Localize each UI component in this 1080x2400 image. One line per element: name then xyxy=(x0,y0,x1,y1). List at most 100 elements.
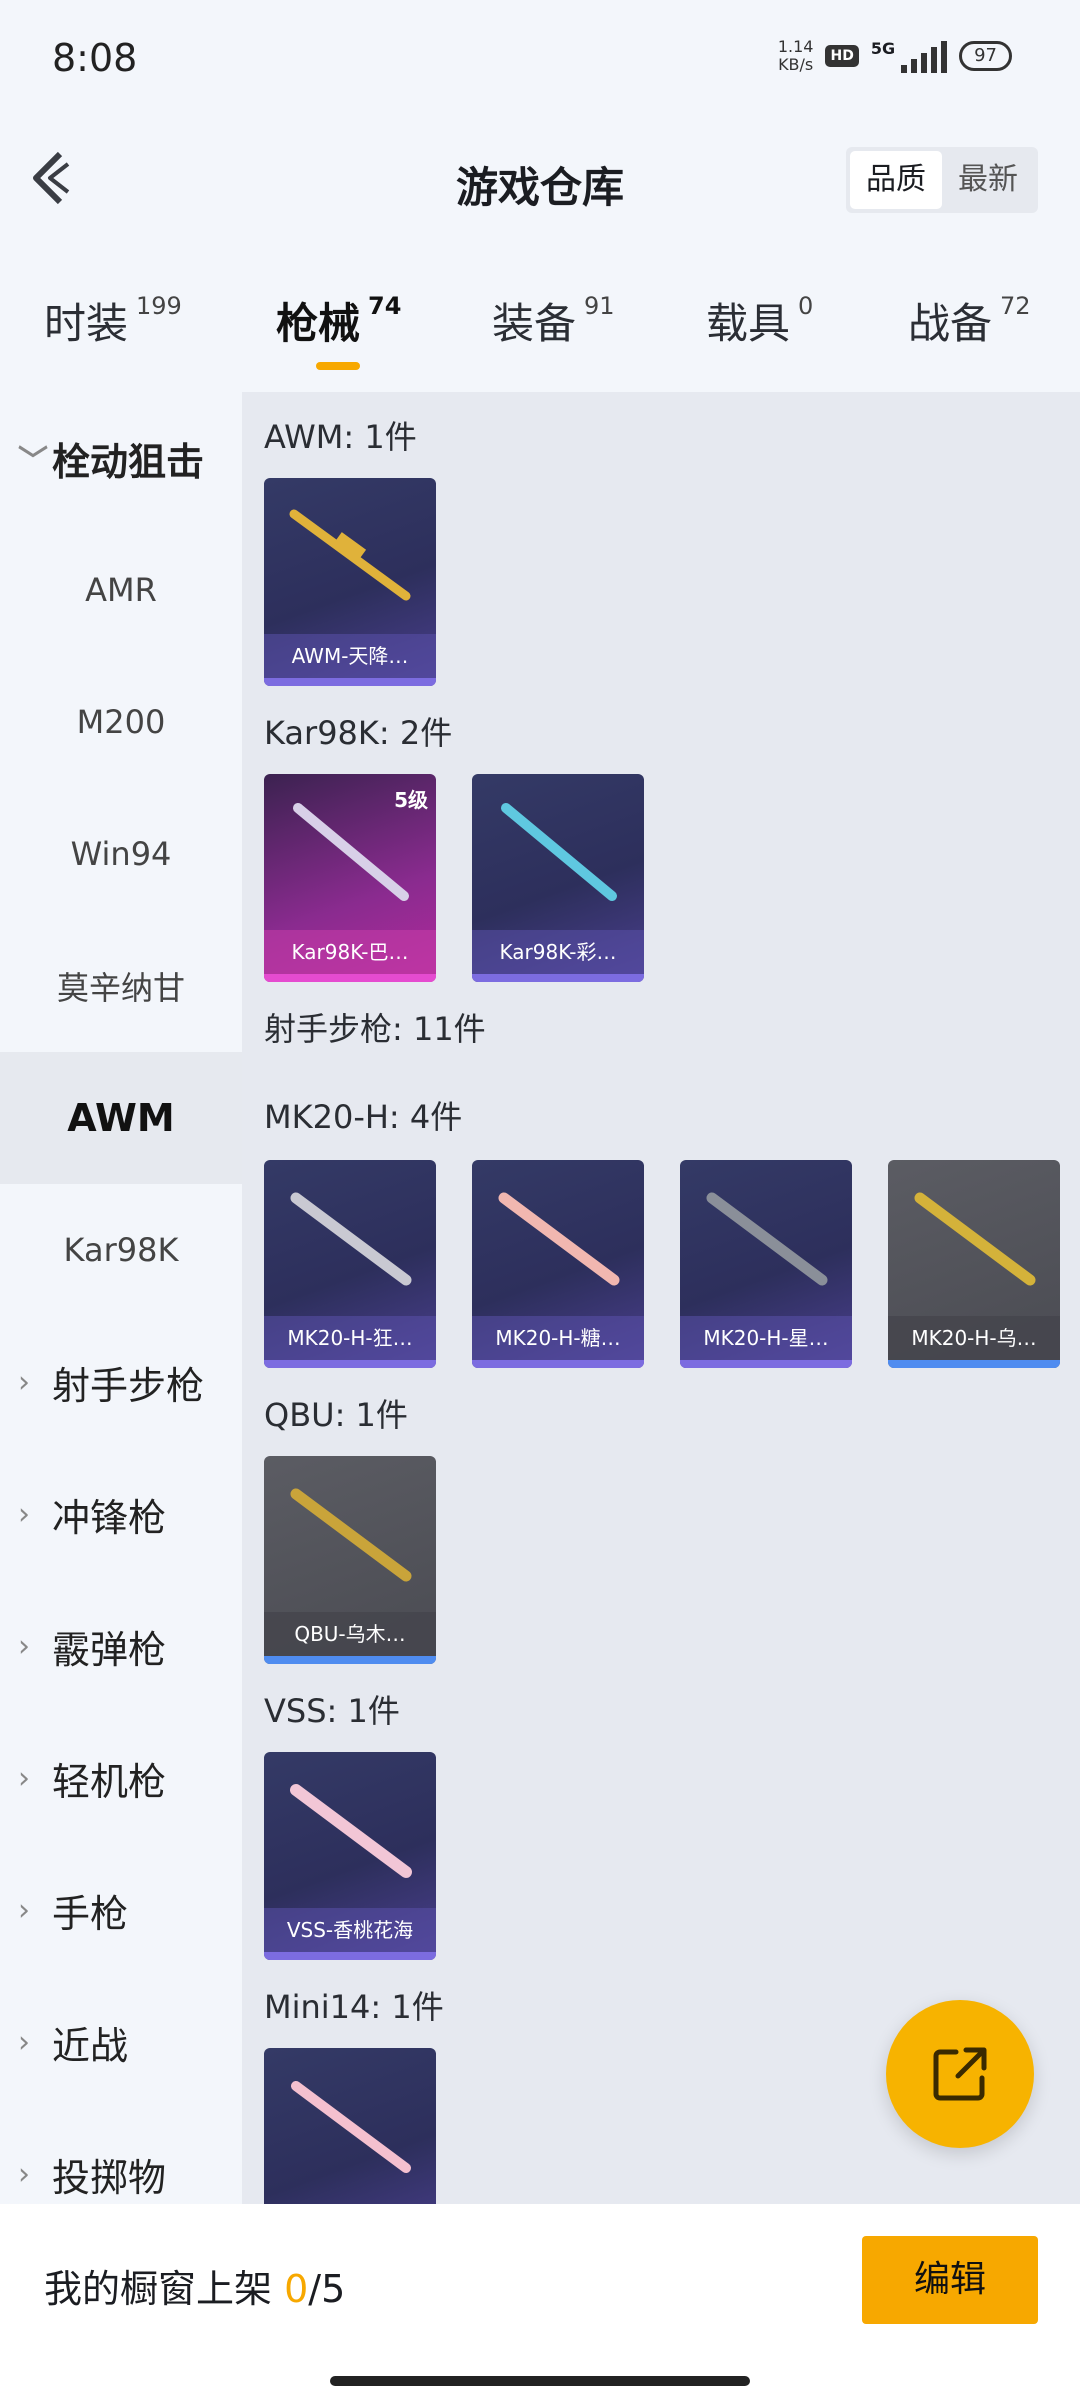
sidebar-item-throwables[interactable]: › 投掷物 xyxy=(0,2108,242,2204)
sidebar-item-mosin[interactable]: 莫辛纳甘 xyxy=(0,920,242,1052)
tab-vehicles[interactable]: 载具 0 xyxy=(706,290,813,351)
chevron-down-icon: ﹀ xyxy=(18,444,48,479)
chevron-right-icon: › xyxy=(18,1628,30,1664)
sidebar-item-label: 冲锋枪 xyxy=(52,1495,167,1540)
skin-card[interactable]: MK20-H-乌… xyxy=(888,1160,1060,1368)
chevron-right-icon: › xyxy=(18,1364,30,1400)
tab-count: 74 xyxy=(368,292,402,320)
skin-card[interactable]: MK20-H-狂… xyxy=(264,1160,436,1368)
app-header: 游戏仓库 品质 最新 xyxy=(0,130,1080,230)
sidebar-item-m200[interactable]: M200 xyxy=(0,656,242,788)
sidebar-item-marksman-rifle[interactable]: › 射手步枪 xyxy=(0,1316,242,1448)
rifle-icon xyxy=(498,1192,620,1286)
rifle-icon xyxy=(914,1192,1036,1286)
tab-label: 装备 xyxy=(492,299,577,348)
tab-count: 72 xyxy=(1000,292,1031,320)
sidebar-item-shotgun[interactable]: › 霰弹枪 xyxy=(0,1580,242,1712)
sidebar-item-melee[interactable]: › 近战 xyxy=(0,1976,242,2108)
tab-supplies[interactable]: 战备 72 xyxy=(908,290,1031,351)
sidebar-item-awm[interactable]: AWM xyxy=(0,1052,242,1184)
rifle-icon xyxy=(290,1488,412,1582)
sidebar-item-label: 投掷物 xyxy=(52,2155,167,2200)
tab-label: 枪械 xyxy=(276,299,361,348)
status-time: 8:08 xyxy=(52,36,138,80)
tab-firearms[interactable]: 枪械 74 xyxy=(276,290,401,351)
chevron-right-icon: › xyxy=(18,1760,30,1796)
sidebar-item-label: 栓动狙击 xyxy=(52,439,205,484)
share-external-icon xyxy=(933,2047,987,2101)
skin-level-badge: 5级 xyxy=(394,788,428,812)
net-speed: 1.14 KB/s xyxy=(778,38,814,74)
sidebar-item-amr[interactable]: AMR xyxy=(0,524,242,656)
net-speed-unit: KB/s xyxy=(778,55,814,74)
edit-button[interactable]: 编辑 xyxy=(862,2236,1038,2324)
skin-card[interactable]: 5级 Kar98K-巴… xyxy=(264,774,436,982)
rifle-icon xyxy=(706,1192,828,1286)
skin-card-name: MK20-H-星… xyxy=(680,1316,852,1360)
sidebar-item-label: 手枪 xyxy=(52,1891,129,1936)
skin-card[interactable] xyxy=(264,2048,436,2204)
section-title-awm: AWM: 1件 xyxy=(264,418,417,456)
sort-toggle: 品质 最新 xyxy=(846,147,1038,213)
sidebar-item-lmg[interactable]: › 轻机枪 xyxy=(0,1712,242,1844)
sidebar-item-smg[interactable]: › 冲锋枪 xyxy=(0,1448,242,1580)
battery-icon: 97 xyxy=(959,41,1012,71)
sidebar-item-label: 霰弹枪 xyxy=(52,1627,167,1672)
sidebar-item-kar98k[interactable]: Kar98K xyxy=(0,1184,242,1316)
tab-label: 战备 xyxy=(908,299,993,348)
rarity-bar xyxy=(264,678,436,686)
tab-label: 时装 xyxy=(44,299,129,348)
rifle-icon xyxy=(290,1192,412,1286)
home-indicator[interactable] xyxy=(330,2376,750,2386)
tab-outfits[interactable]: 时装 199 xyxy=(44,290,182,351)
sidebar-item-label: 近战 xyxy=(52,2023,129,2068)
rifle-icon xyxy=(501,803,617,901)
skin-card-name: QBU-乌木… xyxy=(264,1612,436,1656)
rifle-icon xyxy=(291,2081,411,2173)
sidebar-item-label: 轻机枪 xyxy=(52,1759,167,1804)
section-title-marksman: 射手步枪: 11件 xyxy=(264,1010,486,1048)
skin-card-name: MK20-H-乌… xyxy=(888,1316,1060,1360)
rifle-icon xyxy=(290,1784,412,1878)
skin-card[interactable]: MK20-H-糖… xyxy=(472,1160,644,1368)
share-button[interactable] xyxy=(886,2000,1034,2148)
section-title-vss: VSS: 1件 xyxy=(264,1692,400,1730)
network-type: 5G xyxy=(870,39,896,58)
skin-card[interactable]: VSS-香桃花海 xyxy=(264,1752,436,1960)
section-title-kar98k: Kar98K: 2件 xyxy=(264,714,453,752)
chevron-right-icon: › xyxy=(18,1496,30,1532)
skin-card-name: MK20-H-糖… xyxy=(472,1316,644,1360)
tab-count: 0 xyxy=(798,292,814,320)
hd-badge: HD xyxy=(825,45,859,67)
sidebar-item-win94[interactable]: Win94 xyxy=(0,788,242,920)
skin-card[interactable]: AWM-天降… xyxy=(264,478,436,686)
signal-icon: 5G xyxy=(870,39,948,73)
section-title-qbu: QBU: 1件 xyxy=(264,1396,408,1434)
active-tab-indicator xyxy=(316,362,360,370)
weapon-category-sidebar: ﹀ 栓动狙击 AMR M200 Win94 莫辛纳甘 AWM Kar98K › … xyxy=(0,392,242,2204)
skin-card-name: AWM-天降… xyxy=(264,634,436,678)
chevron-right-icon: › xyxy=(18,2156,30,2192)
sort-quality-button[interactable]: 品质 xyxy=(850,151,942,209)
skin-card[interactable]: Kar98K-彩… xyxy=(472,774,644,982)
skin-card[interactable]: MK20-H-星… xyxy=(680,1160,852,1368)
skin-card[interactable]: QBU-乌木… xyxy=(264,1456,436,1664)
skin-card-name: Kar98K-巴… xyxy=(264,930,436,974)
sidebar-item-bolt-action-sniper[interactable]: ﹀ 栓动狙击 xyxy=(0,392,242,524)
chevron-right-icon: › xyxy=(18,1892,30,1928)
showcase-bar: 我的橱窗上架 0/5 编辑 xyxy=(0,2204,1080,2400)
tab-count: 91 xyxy=(584,292,615,320)
category-tabs: 时装 199 枪械 74 装备 91 载具 0 战备 72 xyxy=(0,280,1080,380)
sidebar-item-pistol[interactable]: › 手枪 xyxy=(0,1844,242,1976)
tab-equipment[interactable]: 装备 91 xyxy=(492,290,615,351)
sort-newest-button[interactable]: 最新 xyxy=(942,151,1034,209)
section-title-mini14: Mini14: 1件 xyxy=(264,1988,444,2026)
skin-card-name: VSS-香桃花海 xyxy=(264,1908,436,1952)
weapon-inventory-list: AWM: 1件 AWM-天降… Kar98K: 2件 5级 Kar98K-巴… … xyxy=(242,392,1080,2204)
tab-label: 载具 xyxy=(706,299,791,348)
rarity-bar xyxy=(680,1360,852,1368)
section-title-mk20h: MK20-H: 4件 xyxy=(264,1098,463,1136)
tab-count: 199 xyxy=(136,292,182,320)
rarity-bar xyxy=(264,1952,436,1960)
showcase-label: 我的橱窗上架 xyxy=(44,2267,273,2311)
